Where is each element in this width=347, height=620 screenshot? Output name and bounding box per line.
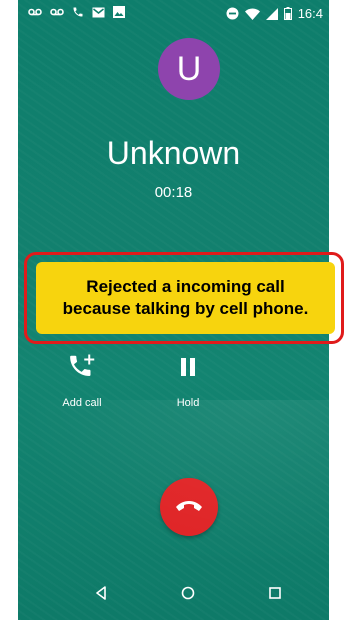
wifi-icon xyxy=(244,8,260,20)
add-call-icon xyxy=(52,352,112,387)
end-call-icon xyxy=(174,498,204,517)
add-call-label: Add call xyxy=(62,397,102,409)
add-call-button[interactable]: Add call xyxy=(52,352,112,409)
battery-icon xyxy=(283,7,292,20)
annotation-callout: Rejected a incoming call because talking… xyxy=(36,262,335,334)
navigation-bar xyxy=(18,574,329,620)
back-icon[interactable] xyxy=(94,586,108,605)
voicemail-icon xyxy=(28,7,42,17)
pause-icon xyxy=(160,352,216,387)
avatar: U xyxy=(158,38,220,100)
call-icon xyxy=(72,6,84,18)
home-icon[interactable] xyxy=(181,586,195,605)
caller-name: Unknown xyxy=(106,135,241,171)
mail-icon xyxy=(92,7,105,18)
callout-line-1: Rejected a incoming call xyxy=(86,277,285,296)
end-call-button[interactable] xyxy=(160,478,218,536)
voicemail-icon xyxy=(50,7,64,17)
do-not-disturb-icon xyxy=(226,7,239,20)
image-icon xyxy=(113,6,125,18)
hold-button[interactable]: Hold xyxy=(160,352,216,409)
status-bar: 16:4 xyxy=(18,0,329,30)
callout-line-2: because talking by cell phone. xyxy=(62,299,309,318)
call-timer: 00:18 xyxy=(154,184,193,201)
signal-icon xyxy=(265,7,278,20)
hold-label: Hold xyxy=(176,397,200,409)
clock: 16:4 xyxy=(297,6,323,21)
recents-icon[interactable] xyxy=(268,586,282,605)
